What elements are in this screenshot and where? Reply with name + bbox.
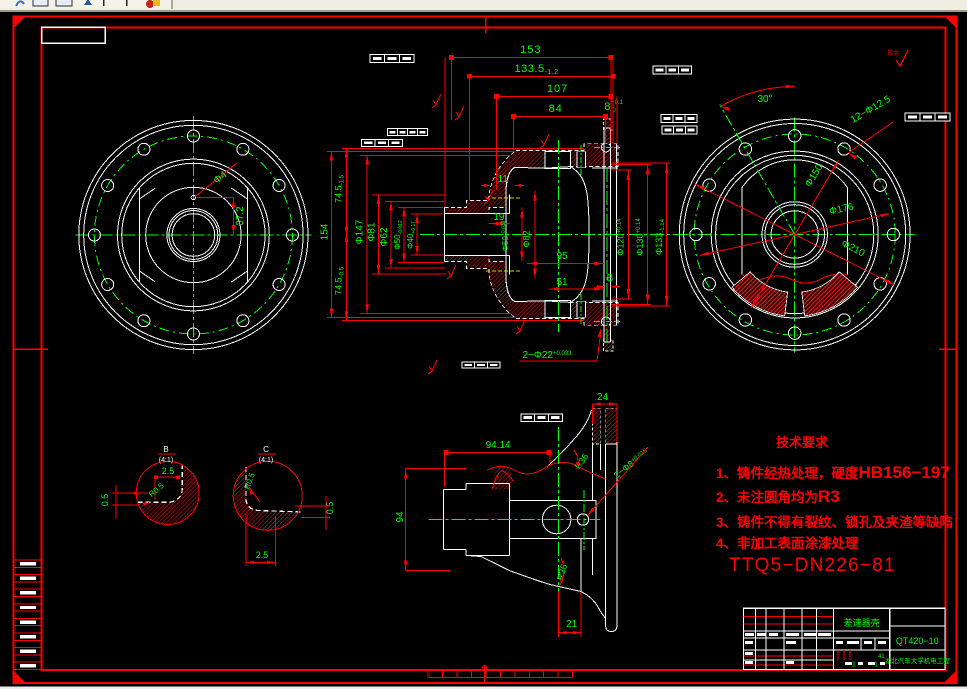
svg-text:B: B <box>163 445 168 454</box>
svg-text:94: 94 <box>395 511 406 523</box>
svg-text:95: 95 <box>556 251 568 262</box>
svg-text:2、未注圆角均为R3: 2、未注圆角均为R3 <box>716 487 840 506</box>
svg-text:2.5: 2.5 <box>162 466 175 476</box>
svg-text:8: 8 <box>604 101 610 113</box>
svg-text:Φ62: Φ62 <box>379 227 390 247</box>
svg-text:Φ82: Φ82 <box>522 230 532 247</box>
svg-text:湖北汽车大学机电工程: 湖北汽车大学机电工程 <box>885 656 951 665</box>
svg-text:11: 11 <box>498 174 509 185</box>
svg-text:51: 51 <box>556 277 568 288</box>
svg-text:84: 84 <box>549 103 563 115</box>
svg-text:1: 1 <box>852 662 856 669</box>
svg-text:30°: 30° <box>757 94 772 105</box>
svg-text:37.2: 37.2 <box>235 206 246 226</box>
svg-text:Φ81: Φ81 <box>367 222 378 242</box>
svg-text:41: 41 <box>878 654 885 660</box>
svg-text:(4:1): (4:1) <box>159 457 173 464</box>
svg-text:2.5: 2.5 <box>256 550 269 560</box>
svg-text:Φ147: Φ147 <box>355 219 366 244</box>
svg-text:差速器壳: 差速器壳 <box>844 617 880 628</box>
svg-text:其余: 其余 <box>887 49 899 57</box>
svg-text:1: 1 <box>874 662 878 669</box>
svg-text:1、铸件经热处理，硬度HB156−197: 1、铸件经热处理，硬度HB156−197 <box>716 463 950 482</box>
svg-text:4、非加工表面涂漆处理: 4、非加工表面涂漆处理 <box>716 535 859 551</box>
svg-text:0.5: 0.5 <box>100 494 110 507</box>
svg-text:153: 153 <box>520 44 541 56</box>
svg-text:24: 24 <box>597 392 609 403</box>
svg-text:107: 107 <box>547 83 568 95</box>
svg-text:21: 21 <box>566 619 578 630</box>
svg-text:(4:1): (4:1) <box>259 457 273 464</box>
svg-text:QT420−10: QT420−10 <box>896 636 939 646</box>
svg-text:94.14: 94.14 <box>486 440 511 451</box>
svg-text:TTQ5−DN226−81: TTQ5−DN226−81 <box>729 555 896 576</box>
svg-text:技术要求: 技术要求 <box>776 435 829 450</box>
svg-text:B: B <box>607 273 614 284</box>
svg-text:C: C <box>263 445 269 454</box>
svg-text:3、铸件不得有裂纹、锁孔及夹渣等缺陷: 3、铸件不得有裂纹、锁孔及夹渣等缺陷 <box>716 514 953 530</box>
svg-text:154: 154 <box>320 223 331 240</box>
